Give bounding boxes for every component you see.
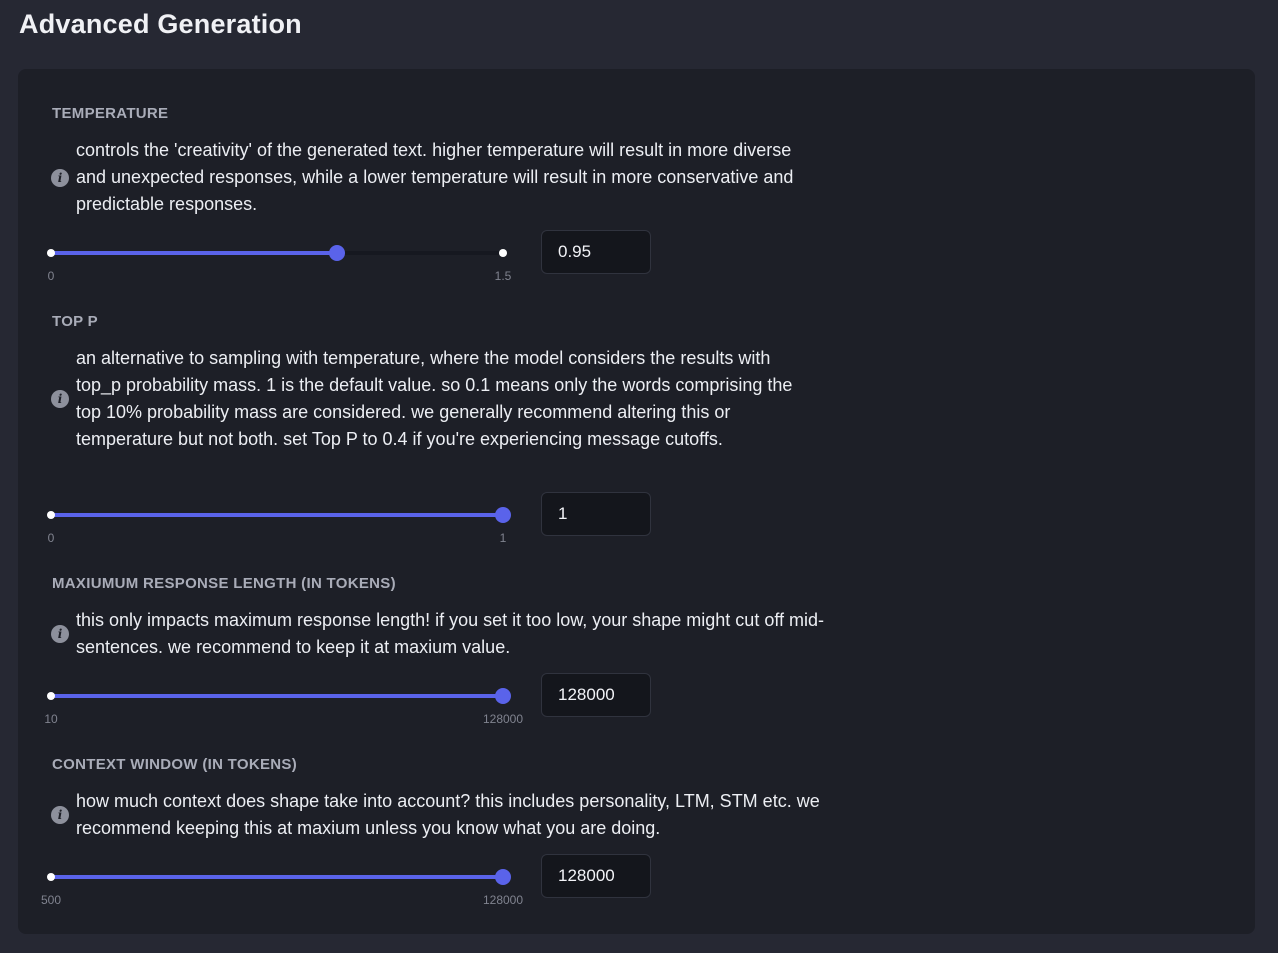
setting-label: CONTEXT WINDOW (IN TOKENS) [52,756,298,773]
slider-thumb[interactable] [495,688,511,704]
slider-min-dot [47,873,55,881]
setting-max-response-length: MAXIUMUM RESPONSE LENGTH (IN TOKENS) i t… [44,575,851,726]
info-icon[interactable]: i [51,625,69,643]
slider-min-dot [47,249,55,257]
max-response-length-input[interactable] [541,673,651,717]
slider-min-label: 500 [40,893,62,907]
setting-description: how much context does shape take into ac… [76,791,820,838]
slider-max-label: 128000 [482,712,524,726]
page-title: Advanced Generation [19,9,302,39]
slider-fill [51,251,338,255]
slider-min-label: 0 [47,269,55,283]
setting-description: controls the 'creativity' of the generat… [76,140,794,214]
slider-max-dot [499,249,507,257]
setting-label: MAXIUMUM RESPONSE LENGTH (IN TOKENS) [52,575,396,592]
slider-fill [51,694,503,698]
setting-label: TOP P [52,313,98,330]
context-window-input[interactable] [541,854,651,898]
slider-max-label: 1 [499,531,507,545]
slider-min-dot [47,511,55,519]
context-window-slider[interactable]: 500 128000 [41,867,523,907]
setting-label: TEMPERATURE [52,105,169,122]
top-p-slider[interactable]: 0 1 [47,505,511,545]
slider-thumb[interactable] [329,245,346,261]
max-response-length-slider[interactable]: 10 128000 [44,686,523,726]
slider-max-label: 1.5 [494,269,512,283]
slider-min-label: 10 [44,712,58,726]
temperature-slider[interactable]: 0 1.5 [47,243,511,283]
info-icon[interactable]: i [51,806,69,824]
slider-min-dot [47,692,55,700]
top-p-input[interactable] [541,492,651,536]
info-icon[interactable]: i [51,390,69,408]
slider-fill [51,875,503,879]
temperature-input[interactable] [541,230,651,274]
slider-max-label: 128000 [482,893,524,907]
setting-temperature: TEMPERATURE i controls the 'creativity' … [47,105,851,285]
setting-description: an alternative to sampling with temperat… [76,348,793,449]
slider-min-label: 0 [47,531,55,545]
slider-fill [51,513,503,517]
setting-context-window: CONTEXT WINDOW (IN TOKENS) i how much co… [41,756,851,907]
info-icon[interactable]: i [51,168,69,187]
slider-thumb[interactable] [495,507,511,523]
slider-thumb[interactable] [495,869,511,885]
setting-top-p: TOP P i an alternative to sampling with … [47,313,851,545]
setting-description: this only impacts maximum response lengt… [76,610,825,657]
settings-panel: TEMPERATURE i controls the 'creativity' … [18,69,1255,934]
